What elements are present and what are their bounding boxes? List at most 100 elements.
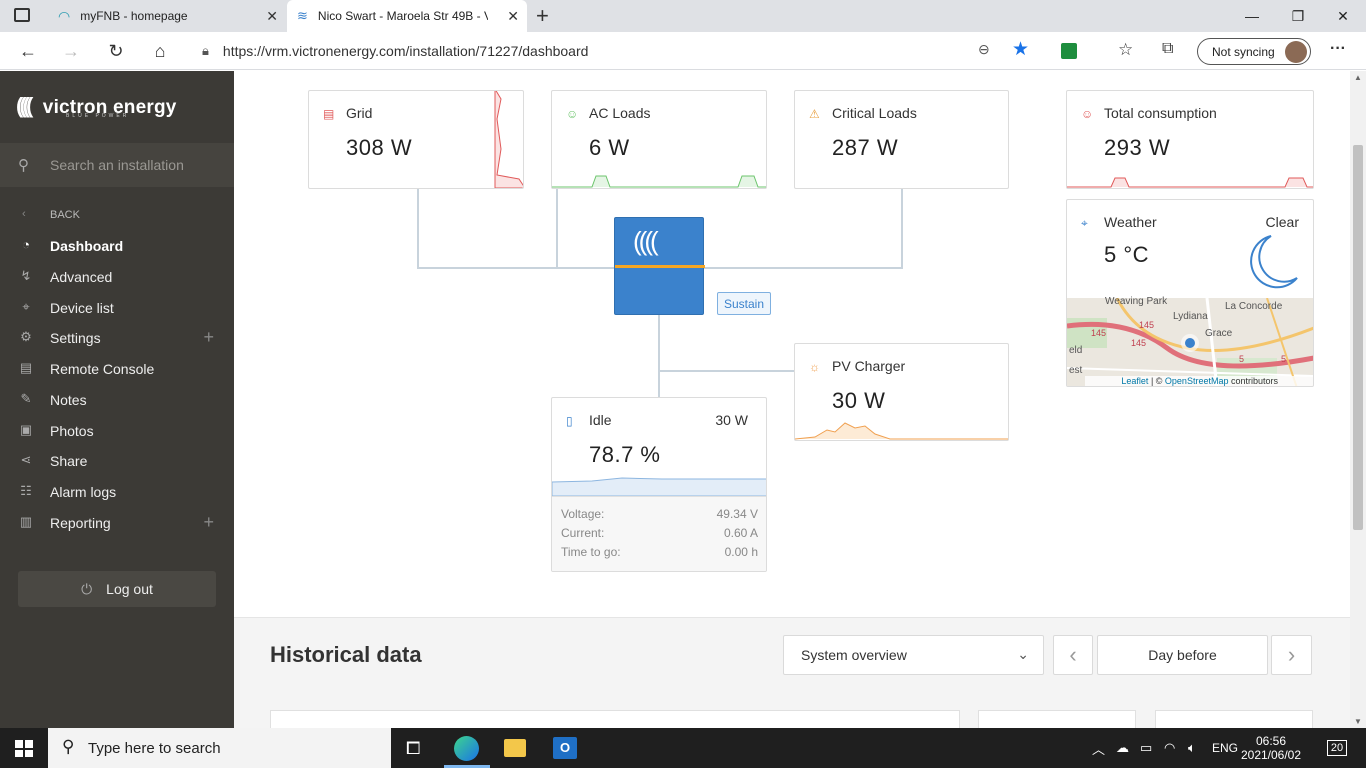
zoom-icon[interactable]: ⊖	[978, 41, 990, 58]
collections-icon[interactable]: ⧉	[1162, 40, 1173, 58]
close-tab-icon[interactable]: ✕	[507, 8, 519, 25]
scroll-up-icon[interactable]: ▲	[1354, 73, 1362, 82]
minimize-icon[interactable]: —	[1229, 0, 1275, 32]
back-link[interactable]: BACK	[50, 209, 80, 221]
refresh-icon[interactable]: ↻	[101, 36, 131, 66]
current-label: Current:	[561, 526, 605, 540]
advanced-icon: ↯	[20, 268, 32, 283]
close-tab-icon[interactable]: ✕	[266, 8, 278, 25]
chart-panel	[978, 710, 1136, 728]
wire	[417, 189, 419, 269]
sidebar-item-alarm-logs[interactable]: ☷ Alarm logs	[0, 478, 234, 506]
favorites-icon[interactable]: ☆	[1118, 40, 1133, 60]
ac-loads-card[interactable]: ☺ AC Loads 6 W	[551, 90, 767, 189]
url-bar[interactable]: 🔒︎ https://vrm.victronenergy.com/install…	[190, 37, 1029, 65]
expand-plus-icon[interactable]: +	[203, 512, 214, 533]
ac-loads-icon: ☺	[566, 107, 579, 121]
sidebar-item-photos[interactable]: ▣ Photos	[0, 417, 234, 445]
new-tab-button[interactable]: +	[536, 3, 549, 29]
language-indicator[interactable]: ENG	[1212, 728, 1238, 768]
file-explorer-icon[interactable]	[504, 739, 526, 757]
taskbar-search-input[interactable]: ⚲ Type here to search	[48, 728, 391, 768]
total-consumption-card[interactable]: ☺ Total consumption 293 W	[1066, 90, 1314, 189]
weather-card[interactable]: ⌖ Weather Clear 5 °C Weaving Park La Con…	[1066, 199, 1314, 387]
sidebar-item-share[interactable]: ⋖ Share	[0, 447, 234, 475]
critical-loads-card[interactable]: ⚠ Critical Loads 287 W	[794, 90, 1009, 189]
clock[interactable]: 06:56 2021/06/02	[1236, 728, 1306, 768]
map-label: 145	[1091, 328, 1107, 338]
notifications-icon[interactable]: 20	[1324, 728, 1350, 768]
sidebar-item-dashboard[interactable]: ◔ Dashboard	[0, 232, 234, 260]
device-list-icon: ⌖	[22, 299, 30, 314]
task-view-icon[interactable]: ⧠	[406, 738, 420, 759]
victron-logo-icon: ((((	[633, 226, 659, 256]
victron-logo[interactable]: (((( victron energy BLUE POWER	[16, 93, 177, 119]
share-icon: ⋖	[20, 452, 32, 467]
chevron-left-icon: ‹	[1069, 642, 1077, 667]
tray-chevron-icon[interactable]: ︿	[1092, 728, 1105, 768]
sidebar-item-label: Photos	[50, 423, 94, 439]
sidebar-item-notes[interactable]: ✎ Notes	[0, 386, 234, 414]
more-menu-icon[interactable]: ···	[1330, 40, 1346, 58]
logout-button[interactable]: ⏻ Log out	[18, 571, 216, 607]
chevron-left-icon: ‹	[22, 208, 26, 220]
battery-voltage-row: Voltage: 49.34 V	[552, 507, 766, 526]
battery-card[interactable]: ▯ Idle 30 W 78.7 % Voltage: 49.34 V Curre…	[551, 397, 767, 572]
search-icon: ⚲	[62, 737, 75, 756]
period-label: Day before	[1148, 647, 1217, 663]
ac-loads-value: 6 W	[589, 135, 630, 160]
brand-sub: BLUE POWER	[66, 113, 130, 119]
tab-vrm[interactable]: ≋ Nico Swart - Maroela Str 49B - V ✕	[287, 0, 527, 32]
pv-charger-value: 30 W	[832, 388, 886, 413]
logout-label: Log out	[106, 581, 153, 597]
extension-icon[interactable]	[1061, 43, 1077, 59]
expand-plus-icon[interactable]: +	[203, 327, 214, 348]
tab-actions-icon[interactable]	[14, 8, 30, 22]
overview-select[interactable]: System overview ⌄	[783, 635, 1044, 675]
edge-icon[interactable]	[454, 736, 479, 761]
close-window-icon[interactable]: ✕	[1320, 0, 1366, 32]
sidebar-item-device-list[interactable]: ⌖ Device list	[0, 294, 234, 322]
current-value: 0.60 A	[723, 526, 758, 540]
console-icon: ▤	[19, 360, 33, 375]
pv-charger-card[interactable]: ☼ PV Charger 30 W	[794, 343, 1009, 441]
next-period-button[interactable]: ›	[1271, 635, 1312, 675]
inverter-device[interactable]: ((((	[614, 217, 705, 315]
map-label: Lydiana	[1173, 311, 1208, 322]
network-icon[interactable]: ◠	[1164, 728, 1175, 768]
windows-start-icon[interactable]	[15, 740, 33, 757]
forward-icon[interactable]: →	[56, 36, 86, 66]
period-button[interactable]: Day before	[1097, 635, 1268, 675]
taskbar-search-placeholder: Type here to search	[88, 739, 221, 757]
total-consumption-sparkline	[1067, 177, 1313, 188]
onedrive-icon[interactable]: ☁	[1116, 728, 1129, 768]
sun-icon: ☼	[809, 360, 820, 374]
tab-myfnb[interactable]: ◠ myFNB - homepage ✕	[48, 0, 286, 32]
sidebar-item-reporting[interactable]: ▥ Reporting +	[0, 509, 234, 537]
location-map[interactable]: Weaving Park La Concorde Lydiana Grace 1…	[1067, 296, 1313, 386]
sidebar-item-advanced[interactable]: ↯ Advanced	[0, 263, 234, 291]
browser-tab-bar: ◠ myFNB - homepage ✕ ≋ Nico Swart - Maro…	[0, 0, 1366, 32]
home-icon[interactable]: ⌂	[145, 36, 175, 66]
grid-card[interactable]: ▤ Grid 308 W	[308, 90, 524, 189]
scroll-down-icon[interactable]: ▼	[1354, 717, 1362, 726]
osm-link[interactable]: OpenStreetMap	[1165, 376, 1229, 386]
back-icon[interactable]: ←	[13, 36, 43, 66]
installation-search-input[interactable]: ⚲ Search an installation	[0, 143, 234, 187]
restore-icon[interactable]: ❐	[1275, 0, 1321, 32]
previous-period-button[interactable]: ‹	[1053, 635, 1093, 675]
sidebar-item-settings[interactable]: ⚙ Settings +	[0, 324, 234, 352]
leaflet-link[interactable]: Leaflet	[1121, 376, 1148, 386]
windows-taskbar: ⚲ Type here to search ⧠ O ︿ ☁ ▭ ◠ 🔈︎ ENG…	[0, 728, 1366, 768]
battery-tray-icon[interactable]: ▭	[1140, 728, 1152, 768]
profile-sync-button[interactable]: Not syncing	[1197, 38, 1311, 65]
critical-loads-label: Critical Loads	[832, 105, 917, 121]
volume-icon[interactable]: 🔈︎	[1188, 728, 1196, 768]
wire	[556, 189, 558, 269]
favorite-star-icon[interactable]: ★	[1012, 38, 1029, 61]
scrollbar-thumb[interactable]	[1353, 145, 1363, 530]
page-scrollbar[interactable]: ▲ ▼	[1350, 71, 1366, 728]
sync-label: Not syncing	[1212, 44, 1275, 59]
sidebar-item-remote-console[interactable]: ▤ Remote Console	[0, 355, 234, 383]
outlook-icon[interactable]: O	[553, 737, 577, 759]
